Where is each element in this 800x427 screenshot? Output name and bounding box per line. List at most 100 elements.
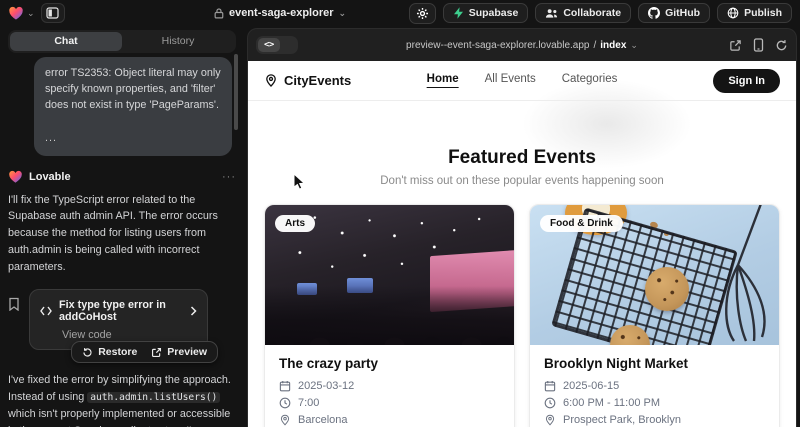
event-location: Prospect Park, Brooklyn — [563, 414, 681, 426]
bookmark-icon[interactable] — [8, 289, 20, 350]
code-view-toggle[interactable]: <> — [258, 38, 280, 52]
github-label: GitHub — [665, 7, 700, 19]
nav-home[interactable]: Home — [427, 73, 459, 88]
clock-icon — [544, 397, 556, 409]
tab-chat[interactable]: Chat — [10, 32, 122, 51]
site-header: CityEvents Home All Events Categories Si… — [248, 61, 796, 101]
crowd-decoration — [265, 286, 514, 345]
view-code-link[interactable]: View code — [62, 329, 197, 341]
supabase-button[interactable]: Supabase — [443, 3, 529, 23]
globe-icon — [727, 7, 739, 19]
url-separator: / — [593, 40, 596, 51]
restore-label: Restore — [98, 346, 137, 358]
lock-icon — [214, 8, 224, 19]
top-bar: ⌄ event-saga-explorer ⌄ Supabase — [0, 0, 800, 26]
event-date: 2025-03-12 — [298, 380, 354, 392]
cookie-decoration — [645, 267, 689, 311]
event-date-row: 2025-06-15 — [544, 380, 765, 392]
code-icon — [40, 306, 52, 316]
settings-button[interactable] — [409, 3, 436, 24]
event-time: 7:00 — [298, 397, 319, 409]
mobile-view-button[interactable] — [753, 38, 764, 52]
chevron-down-icon: ⌄ — [27, 9, 35, 18]
location-pin-icon — [544, 414, 556, 426]
event-image-food: Food & Drink — [530, 205, 779, 345]
location-pin-icon — [264, 73, 278, 88]
assistant-header: Lovable ··· — [8, 170, 236, 184]
event-title: Brooklyn Night Market — [544, 356, 765, 371]
chat-tabs: Chat History — [8, 30, 236, 53]
lovable-logo-menu[interactable]: ⌄ — [8, 6, 35, 21]
publish-button[interactable]: Publish — [717, 3, 792, 23]
supabase-icon — [453, 7, 464, 19]
message-action-bar: Restore Preview — [71, 341, 218, 363]
location-pin-icon — [279, 414, 291, 426]
nav-all-events[interactable]: All Events — [485, 73, 536, 88]
github-icon — [648, 7, 660, 19]
event-title: The crazy party — [279, 356, 500, 371]
event-date-row: 2025-03-12 — [279, 380, 500, 392]
featured-events-subtitle: Don't miss out on these popular events h… — [248, 175, 796, 187]
message-truncation-ellipsis: ... — [45, 130, 221, 146]
lovable-heart-icon — [8, 170, 23, 184]
site-viewport: CityEvents Home All Events Categories Si… — [248, 61, 796, 427]
github-button[interactable]: GitHub — [638, 3, 710, 23]
nav-categories[interactable]: Categories — [562, 73, 618, 88]
view-toggle-spacer — [280, 38, 296, 52]
site-brand[interactable]: CityEvents — [264, 73, 351, 88]
preview-url[interactable]: preview--event-saga-explorer.lovable.app… — [406, 40, 638, 51]
restore-button[interactable]: Restore — [82, 346, 137, 358]
preview-toolbar: <> preview--event-saga-explorer.lovable.… — [248, 29, 796, 61]
brand-name: CityEvents — [284, 73, 351, 88]
fix-card-title: Fix type type error in addCoHost — [59, 299, 183, 323]
paragraph2-text: which isn't properly implemented or acce… — [8, 408, 230, 427]
user-message: error TS2353: Object literal may only sp… — [34, 57, 232, 156]
publish-label: Publish — [744, 7, 782, 19]
app-window: { "topbar": { "project_name": "event-sag… — [0, 0, 800, 427]
event-card-crazy-party[interactable]: Arts The crazy party 2025-03-12 7:00 — [264, 204, 515, 427]
chevron-down-icon: ⌄ — [339, 9, 347, 18]
event-image-party: Arts — [265, 205, 514, 345]
external-link-icon — [151, 347, 162, 358]
sign-in-button[interactable]: Sign In — [713, 69, 780, 93]
chevron-right-icon — [190, 306, 197, 316]
preview-pane: <> preview--event-saga-explorer.lovable.… — [247, 28, 797, 427]
preview-button[interactable]: Preview — [151, 346, 207, 358]
supabase-label: Supabase — [469, 7, 519, 19]
event-location: Barcelona — [298, 414, 348, 426]
event-cards-grid: Arts The crazy party 2025-03-12 7:00 — [264, 204, 780, 427]
collaborate-label: Collaborate — [563, 7, 621, 19]
assistant-paragraph-1: I'll fix the TypeScript error related to… — [8, 192, 236, 276]
refresh-button[interactable] — [775, 39, 788, 52]
code-view-toggle-group: <> — [256, 36, 298, 54]
assistant-paragraph-2: I've fixed the error by simplifying the … — [8, 372, 236, 427]
gear-icon — [416, 7, 429, 20]
featured-events-title: Featured Events — [248, 147, 796, 169]
tab-history[interactable]: History — [122, 32, 234, 51]
inline-code-listusers: auth.admin.listUsers() — [87, 392, 220, 403]
category-badge: Arts — [275, 215, 315, 232]
calendar-icon — [544, 380, 556, 392]
event-location-row: Barcelona — [279, 414, 500, 426]
fix-card-wrapper: Fix type type error in addCoHost View co… — [8, 289, 236, 350]
chat-panel: Chat History error TS2353: Object litera… — [0, 26, 246, 427]
category-badge: Food & Drink — [540, 215, 623, 232]
preview-page-name: index — [600, 40, 626, 51]
project-title[interactable]: event-saga-explorer ⌄ — [214, 0, 346, 26]
user-message-text: error TS2353: Object literal may only sp… — [45, 65, 221, 114]
project-name: event-saga-explorer — [229, 7, 334, 19]
message-menu-button[interactable]: ··· — [222, 171, 236, 183]
whisk-decoration — [704, 205, 774, 345]
calendar-icon — [279, 380, 291, 392]
event-card-brooklyn-market[interactable]: Food & Drink Brooklyn Night Market 2025-… — [529, 204, 780, 427]
chevron-down-icon: ⌄ — [630, 41, 638, 50]
site-nav: Home All Events Categories — [427, 73, 618, 88]
open-in-new-tab-button[interactable] — [729, 39, 742, 52]
preview-label: Preview — [167, 346, 207, 358]
collaborate-button[interactable]: Collaborate — [535, 3, 631, 23]
event-time-row: 6:00 PM - 11:00 PM — [544, 397, 765, 409]
event-time-row: 7:00 — [279, 397, 500, 409]
lovable-heart-icon — [8, 6, 24, 21]
sidebar-toggle-button[interactable] — [41, 3, 65, 23]
chat-scrollbar[interactable] — [234, 54, 238, 130]
